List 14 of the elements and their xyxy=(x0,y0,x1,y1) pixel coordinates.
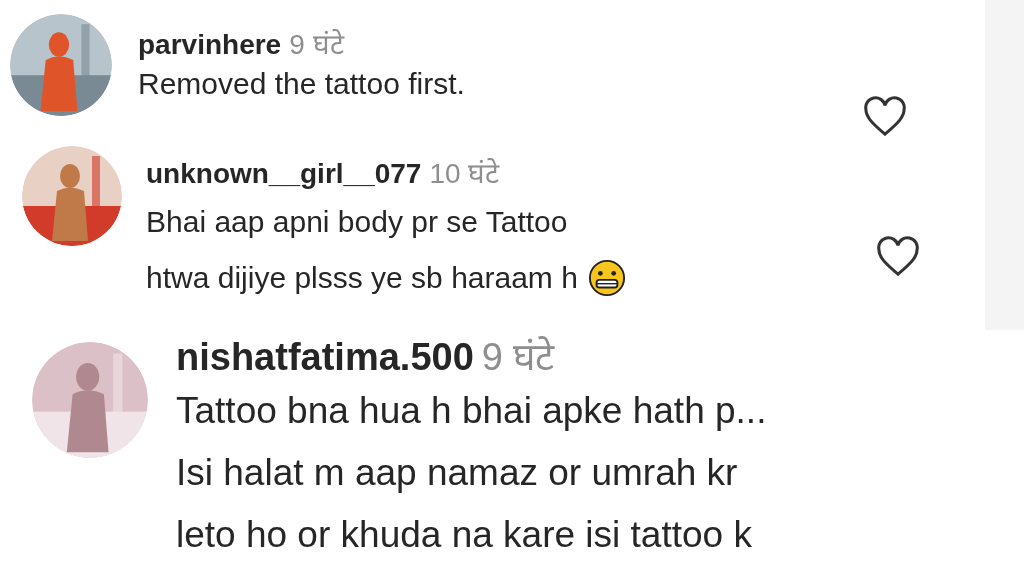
comment-text: Removed the tattoo first. xyxy=(138,67,465,100)
comment-time: 10 घंटे xyxy=(429,158,500,189)
comment-text: Isi halat m aap namaz or umrah kr xyxy=(176,452,738,493)
heart-icon[interactable] xyxy=(875,236,921,278)
username[interactable]: nishatfatima.500 xyxy=(176,336,474,378)
comment-time: 9 घंटे xyxy=(481,336,555,378)
username[interactable]: unknown__girl__077 xyxy=(146,158,422,189)
username[interactable]: parvinhere xyxy=(138,29,282,60)
heart-icon[interactable] xyxy=(862,96,908,136)
comment-text: leto ho or khuda na kare isi tattoo k xyxy=(176,514,752,555)
comment-text: htwa dijiye plsss ye sb haraam h xyxy=(146,260,578,296)
comment-text: Tattoo bna hua h bhai apke hath p... xyxy=(176,390,767,431)
comment-time: 9 घंटे xyxy=(289,29,344,60)
comment-text: Bhai aap apni body pr se Tattoo xyxy=(146,204,568,240)
